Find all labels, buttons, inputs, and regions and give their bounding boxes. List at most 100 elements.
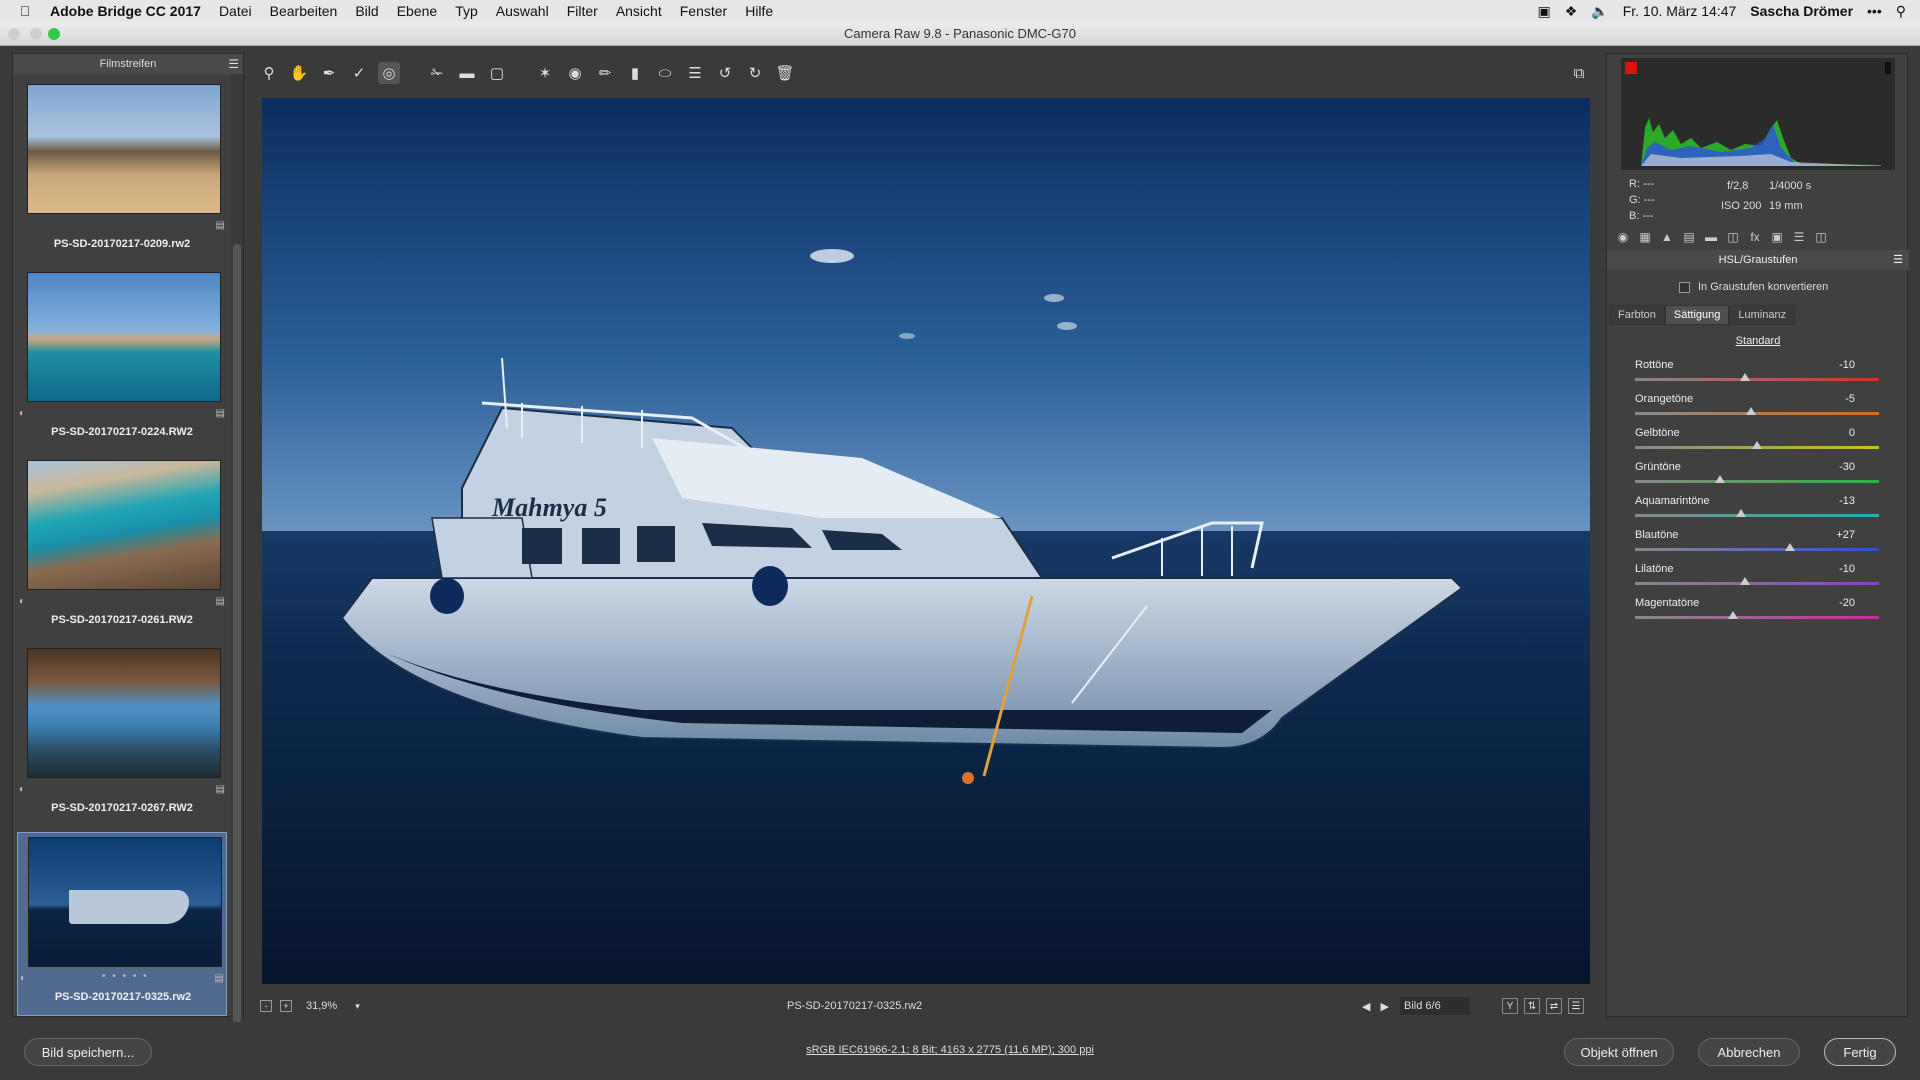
filmstrip-item-selected[interactable]: ◐ • • • • • ▤ PS-SD-20170217-0325.rw2 [17,832,227,1016]
slider-thumb[interactable] [1784,543,1795,551]
image-preview[interactable]: Mahmya 5 [262,98,1590,984]
slider-track[interactable] [1635,616,1879,619]
radial-filter-icon[interactable]: ⬭ [654,62,676,84]
color-sampler-tool-icon[interactable]: ✓ [348,62,370,84]
before-after-view-icon[interactable]: Y [1502,998,1518,1014]
menu-ebene[interactable]: Ebene [397,3,437,19]
menu-datei[interactable]: Datei [219,3,252,19]
effects-panel-icon[interactable]: fx [1747,229,1763,245]
next-image-icon[interactable]: ▶ [1380,1000,1388,1013]
zoom-out-icon[interactable]: - [260,1000,272,1012]
menu-ansicht[interactable]: Ansicht [616,3,662,19]
slider-track[interactable] [1635,480,1879,483]
save-image-button[interactable]: Bild speichern... [24,1038,152,1066]
tab-luminanz[interactable]: Luminanz [1729,305,1796,325]
white-balance-tool-icon[interactable]: ✒ [318,62,340,84]
spotlight-search-icon[interactable]: ⚲ [1896,3,1906,20]
lens-panel-icon[interactable]: ◫ [1725,229,1741,245]
presets-panel-icon[interactable]: ☰ [1791,229,1807,245]
slider-value[interactable]: -20 [1839,597,1855,609]
zoom-in-icon[interactable]: + [280,1000,292,1012]
slider-row[interactable]: Rottöne -10 [1635,359,1879,393]
workflow-options-link[interactable]: sRGB IEC61966-2.1; 8 Bit; 4163 x 2775 (1… [700,1044,1200,1056]
adjustment-brush-icon[interactable]: ✏ [594,62,616,84]
slider-thumb[interactable] [1736,509,1747,517]
panel-menu-icon[interactable]: ☰ [1893,250,1903,270]
graduated-filter-icon[interactable]: ▮ [624,62,646,84]
minimize-window-button[interactable] [30,28,42,40]
transform-tool-icon[interactable]: ▢ [486,62,508,84]
straighten-tool-icon[interactable]: ▬ [456,62,478,84]
slider-thumb[interactable] [1715,475,1726,483]
tab-saettigung[interactable]: Sättigung [1664,305,1730,325]
cancel-button[interactable]: Abbrechen [1698,1038,1800,1066]
menu-bild[interactable]: Bild [355,3,378,19]
menu-typ[interactable]: Typ [455,3,478,19]
slider-value[interactable]: -30 [1839,461,1855,473]
menubar-user[interactable]: Sascha Drömer [1750,3,1853,19]
preferences-icon[interactable]: ☰ [684,62,706,84]
detail-panel-icon[interactable]: ▲ [1659,229,1675,245]
slider-row[interactable]: Gelbtöne 0 [1635,427,1879,461]
camera-calibration-panel-icon[interactable]: ▣ [1769,229,1785,245]
slider-thumb[interactable] [1739,373,1750,381]
zoom-dropdown-icon[interactable]: ▾ [355,1001,360,1012]
slider-thumb[interactable] [1745,407,1756,415]
red-eye-tool-icon[interactable]: ◉ [564,62,586,84]
rating-dots[interactable]: • • • • • [102,971,149,982]
slider-track[interactable] [1635,412,1879,415]
slider-row[interactable]: Orangetöne -5 [1635,393,1879,427]
slider-row[interactable]: Lilatöne -10 [1635,563,1879,597]
slider-track[interactable] [1635,548,1879,551]
menu-fenster[interactable]: Fenster [680,3,727,19]
apple-icon[interactable]:  [0,3,50,19]
dropbox-icon[interactable]: ❖ [1565,3,1578,20]
copy-settings-icon[interactable]: ⇄ [1546,998,1562,1014]
fullscreen-window-button[interactable] [48,28,60,40]
grayscale-option[interactable]: In Graustufen konvertieren [1679,281,1828,293]
open-object-button[interactable]: Objekt öffnen [1564,1038,1674,1066]
slider-row[interactable]: Aquamarintöne -13 [1635,495,1879,529]
hsl-panel-icon[interactable]: ▤ [1681,229,1697,245]
target-adjustment-tool-icon[interactable]: ◎ [378,62,400,84]
split-toning-panel-icon[interactable]: ▬ [1703,229,1719,245]
slider-row[interactable]: Magentatöne -20 [1635,597,1879,631]
menubar-datetime[interactable]: Fr. 10. März 14:47 [1623,3,1737,19]
menu-app-name[interactable]: Adobe Bridge CC 2017 [50,3,201,19]
slider-thumb[interactable] [1752,441,1762,449]
standard-link[interactable]: Standard [1607,335,1909,347]
scrollbar-thumb[interactable] [233,244,241,1024]
screen-capture-icon[interactable]: ▣ [1537,3,1550,20]
tone-curve-panel-icon[interactable]: ▦ [1637,229,1653,245]
snapshots-panel-icon[interactable]: ◫ [1813,229,1829,245]
slider-value[interactable]: -5 [1845,393,1855,405]
close-window-button[interactable] [8,28,20,40]
more-icon[interactable]: ••• [1867,3,1882,19]
swap-settings-icon[interactable]: ⇅ [1524,998,1540,1014]
filmstrip-item[interactable]: ◐ ▤ PS-SD-20170217-0261.RW2 [17,456,227,640]
slider-value[interactable]: -10 [1839,359,1855,371]
menu-filter[interactable]: Filter [567,3,598,19]
filmstrip-item[interactable]: ◐ ▤ PS-SD-20170217-0224.RW2 [17,268,227,452]
slider-track[interactable] [1635,582,1879,585]
filmstrip-scrollbar[interactable] [231,74,243,1024]
slider-value[interactable]: -13 [1839,495,1855,507]
slider-value[interactable]: -10 [1839,563,1855,575]
rotate-right-icon[interactable]: ↻ [744,62,766,84]
delete-icon[interactable]: 🗑 [774,62,796,84]
slider-track[interactable] [1635,378,1879,381]
slider-value[interactable]: 0 [1849,427,1855,439]
filmstrip-menu-icon[interactable]: ☰ [228,57,239,71]
fullscreen-toggle-icon[interactable]: ⧉ [1568,62,1590,84]
slider-row[interactable]: Blautöne +27 [1635,529,1879,563]
slider-track[interactable] [1635,514,1879,517]
done-button[interactable]: Fertig [1824,1038,1896,1066]
volume-icon[interactable]: 🔈 [1591,3,1608,20]
crop-tool-icon[interactable]: ✁ [426,62,448,84]
zoom-tool-icon[interactable]: ⚲ [258,62,280,84]
basic-panel-icon[interactable]: ◉ [1615,229,1631,245]
slider-row[interactable]: Grüntöne -30 [1635,461,1879,495]
menu-hilfe[interactable]: Hilfe [745,3,773,19]
previous-image-icon[interactable]: ◀ [1362,1000,1370,1013]
menu-bearbeiten[interactable]: Bearbeiten [270,3,338,19]
